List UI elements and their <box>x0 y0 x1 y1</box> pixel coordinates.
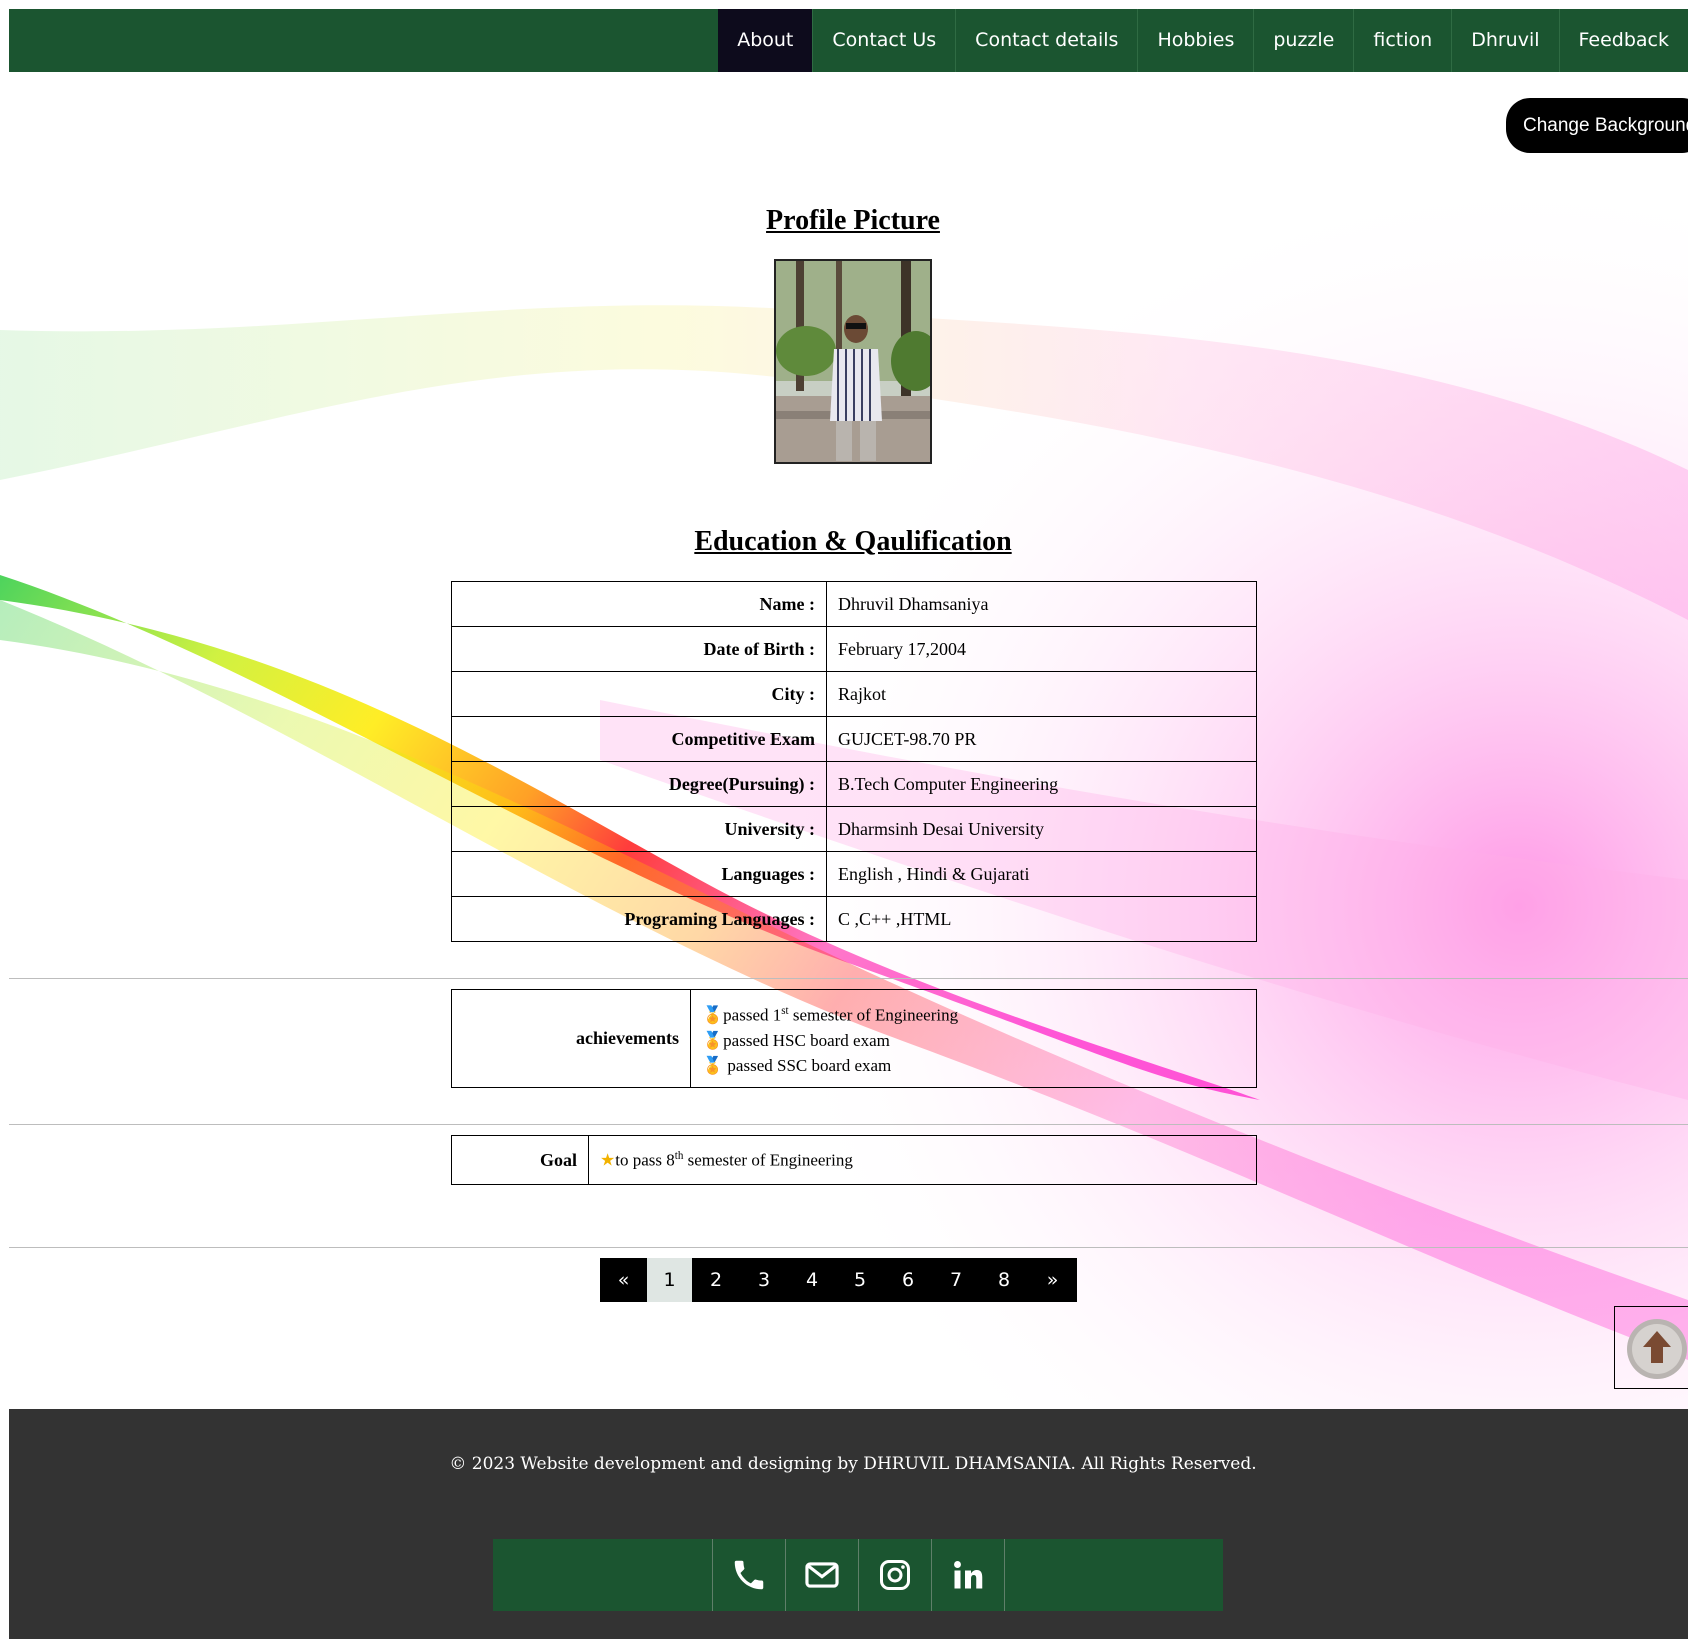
page-2-button[interactable]: 2 <box>692 1258 740 1302</box>
goal-value: ★to pass 8th semester of Engineering <box>588 1135 1257 1185</box>
table-row: University : Dharmsinh Desai University <box>451 806 1257 852</box>
mail-icon <box>804 1562 839 1588</box>
scroll-to-top-button[interactable] <box>1614 1306 1688 1389</box>
achievements-table: achievements 🏅passed 1st semester of Eng… <box>451 989 1257 1088</box>
change-background-button[interactable]: Change Background <box>1506 98 1688 153</box>
row-key: Degree(Pursuing) : <box>451 761 827 807</box>
divider <box>9 978 1688 979</box>
goal-label: Goal <box>451 1135 589 1185</box>
achievements-label: achievements <box>451 989 691 1088</box>
page-1-button[interactable]: 1 <box>647 1258 692 1302</box>
divider <box>9 1247 1688 1248</box>
divider <box>9 1124 1688 1125</box>
footer: © 2023 Website development and designing… <box>9 1409 1688 1639</box>
table-row: Programing Languages :C ,C++ ,HTML <box>451 896 1257 942</box>
social-links <box>493 1539 1223 1611</box>
table-row: Goal ★to pass 8th semester of Engineerin… <box>451 1135 1257 1185</box>
nav-item-puzzle[interactable]: puzzle <box>1253 9 1353 72</box>
nav-item-contact-us[interactable]: Contact Us <box>812 9 955 72</box>
nav-item-hobbies[interactable]: Hobbies <box>1137 9 1253 72</box>
goal-table: Goal ★to pass 8th semester of Engineerin… <box>451 1135 1257 1185</box>
nav-item-feedback[interactable]: Feedback <box>1558 9 1688 72</box>
nav-item-about[interactable]: About <box>718 9 813 72</box>
medal-icon: 🏅 <box>702 1030 724 1050</box>
nav-item-contact-details[interactable]: Contact details <box>955 9 1137 72</box>
row-key: Name : <box>451 581 827 627</box>
linkedin-icon <box>953 1561 982 1589</box>
row-key: Languages : <box>451 851 827 897</box>
row-value: GUJCET-98.70 PR <box>826 716 1257 762</box>
instagram-icon <box>879 1560 910 1590</box>
achievements-list: 🏅passed 1st semester of Engineering 🏅pas… <box>690 989 1257 1088</box>
table-row: Competitive Exam GUJCET-98.70 PR <box>451 716 1257 762</box>
list-item: 🏅passed 1st semester of Engineering <box>702 1005 959 1025</box>
linkedin-link[interactable] <box>930 1539 1005 1611</box>
page-6-button[interactable]: 6 <box>884 1258 932 1302</box>
instagram-link[interactable] <box>857 1539 931 1611</box>
education-heading: Education & Qaulification <box>694 526 1012 557</box>
page-prev-button[interactable]: « <box>600 1258 647 1302</box>
table-row: Date of Birth : February 17,2004 <box>451 626 1257 672</box>
row-key: Programing Languages : <box>451 896 827 942</box>
medal-icon: 🏅 <box>702 1005 724 1025</box>
star-icon: ★ <box>600 1150 616 1170</box>
page-7-button[interactable]: 7 <box>932 1258 980 1302</box>
page-4-button[interactable]: 4 <box>788 1258 836 1302</box>
row-value: Dhruvil Dhamsaniya <box>826 581 1257 627</box>
email-link[interactable] <box>784 1539 858 1611</box>
table-row: Name : Dhruvil Dhamsaniya <box>451 581 1257 627</box>
row-key: Date of Birth : <box>451 626 827 672</box>
profile-picture-heading: Profile Picture <box>766 205 940 236</box>
nav-item-dhruvil[interactable]: Dhruvil <box>1451 9 1558 72</box>
table-row: Languages : English , Hindi & Gujarati <box>451 851 1257 897</box>
table-row: Degree(Pursuing) : B.Tech Computer Engine… <box>451 761 1257 807</box>
top-navigation: About Contact Us Contact details Hobbies… <box>9 9 1688 72</box>
row-key: City : <box>451 671 827 717</box>
table-row: City : Rajkot <box>451 671 1257 717</box>
list-item: 🏅passed HSC board exam <box>702 1030 890 1050</box>
medal-icon: 🏅 <box>702 1055 724 1075</box>
row-key: Competitive Exam <box>451 716 827 762</box>
row-value: February 17,2004 <box>826 626 1257 672</box>
arrow-up-icon <box>1627 1319 1687 1379</box>
page-3-button[interactable]: 3 <box>740 1258 788 1302</box>
profile-photo <box>774 259 932 464</box>
copyright-text: © 2023 Website development and designing… <box>449 1454 1257 1474</box>
pagination: « 1 2 3 4 5 6 7 8 » <box>600 1258 1077 1302</box>
nav-item-fiction[interactable]: fiction <box>1353 9 1451 72</box>
row-key: University : <box>451 806 827 852</box>
row-value: C ,C++ ,HTML <box>826 896 1257 942</box>
row-value: Rajkot <box>826 671 1257 717</box>
page-5-button[interactable]: 5 <box>836 1258 884 1302</box>
page-8-button[interactable]: 8 <box>980 1258 1028 1302</box>
list-item: 🏅 passed SSC board exam <box>702 1055 892 1075</box>
row-value: B.Tech Computer Engineering <box>826 761 1257 807</box>
page-next-button[interactable]: » <box>1028 1258 1077 1302</box>
row-value: Dharmsinh Desai University <box>826 806 1257 852</box>
phone-icon <box>734 1560 763 1590</box>
phone-link[interactable] <box>711 1539 785 1611</box>
row-value: English , Hindi & Gujarati <box>826 851 1257 897</box>
table-row: achievements 🏅passed 1st semester of Eng… <box>451 989 1257 1088</box>
education-table: Name : Dhruvil Dhamsaniya Date of Birth :… <box>451 581 1257 942</box>
